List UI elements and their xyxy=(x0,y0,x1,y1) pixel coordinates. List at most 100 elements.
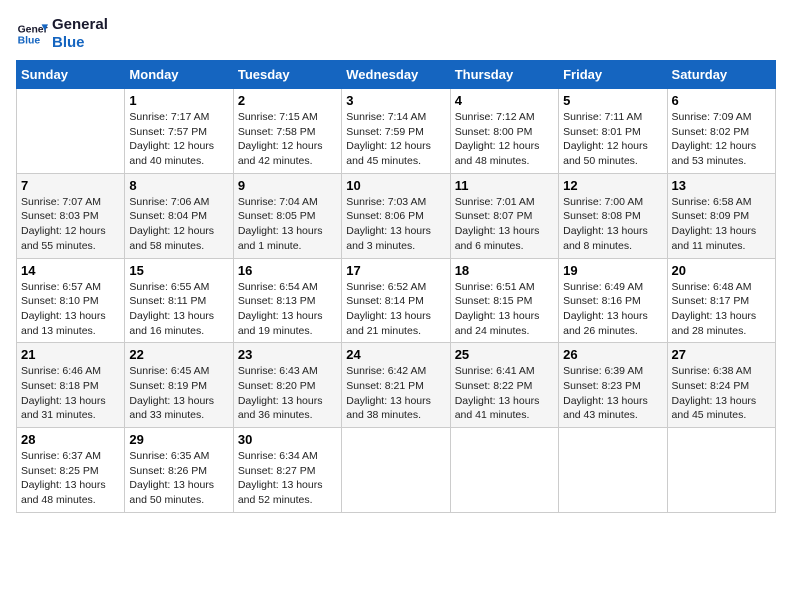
calendar-cell: 14 Sunrise: 6:57 AM Sunset: 8:10 PM Dayli… xyxy=(17,258,125,343)
day-number: 10 xyxy=(346,178,445,193)
day-header-wednesday: Wednesday xyxy=(342,61,450,89)
calendar-cell: 15 Sunrise: 6:55 AM Sunset: 8:11 PM Dayli… xyxy=(125,258,233,343)
calendar-cell: 25 Sunrise: 6:41 AM Sunset: 8:22 PM Dayli… xyxy=(450,343,558,428)
calendar-cell: 28Sunrise: 6:37 AM Sunset: 8:25 PM Dayli… xyxy=(17,428,125,513)
calendar-week-2: 7 Sunrise: 7:07 AM Sunset: 8:03 PM Daylig… xyxy=(17,173,776,258)
day-number: 29 xyxy=(129,432,228,447)
day-number: 6 xyxy=(672,93,771,108)
calendar-cell: 10Sunrise: 7:03 AM Sunset: 8:06 PM Dayli… xyxy=(342,173,450,258)
day-number: 28 xyxy=(21,432,120,447)
calendar-cell: 22 Sunrise: 6:45 AM Sunset: 8:19 PM Dayli… xyxy=(125,343,233,428)
calendar-cell: 24 Sunrise: 6:42 AM Sunset: 8:21 PM Dayli… xyxy=(342,343,450,428)
day-info: Sunrise: 6:58 AM Sunset: 8:09 PM Dayligh… xyxy=(672,195,771,254)
day-info: Sunrise: 6:49 AM Sunset: 8:16 PM Dayligh… xyxy=(563,280,662,339)
day-number: 15 xyxy=(129,263,228,278)
day-number: 14 xyxy=(21,263,120,278)
calendar-cell: 23 Sunrise: 6:43 AM Sunset: 8:20 PM Dayli… xyxy=(233,343,341,428)
calendar-cell xyxy=(450,428,558,513)
day-number: 30 xyxy=(238,432,337,447)
day-number: 24 xyxy=(346,347,445,362)
calendar-cell xyxy=(17,89,125,174)
calendar-cell: 13 Sunrise: 6:58 AM Sunset: 8:09 PM Dayli… xyxy=(667,173,775,258)
calendar-cell: 12Sunrise: 7:00 AM Sunset: 8:08 PM Dayli… xyxy=(559,173,667,258)
day-info: Sunrise: 7:01 AM Sunset: 8:07 PM Dayligh… xyxy=(455,195,554,254)
day-number: 4 xyxy=(455,93,554,108)
day-info: Sunrise: 7:07 AM Sunset: 8:03 PM Dayligh… xyxy=(21,195,120,254)
calendar-week-1: 1Sunrise: 7:17 AM Sunset: 7:57 PM Daylig… xyxy=(17,89,776,174)
day-info: Sunrise: 7:12 AM Sunset: 8:00 PM Dayligh… xyxy=(455,110,554,169)
day-header-saturday: Saturday xyxy=(667,61,775,89)
calendar-cell: 21Sunrise: 6:46 AM Sunset: 8:18 PM Dayli… xyxy=(17,343,125,428)
calendar-week-4: 21Sunrise: 6:46 AM Sunset: 8:18 PM Dayli… xyxy=(17,343,776,428)
day-number: 25 xyxy=(455,347,554,362)
calendar-cell: 29 Sunrise: 6:35 AM Sunset: 8:26 PM Dayli… xyxy=(125,428,233,513)
day-info: Sunrise: 7:17 AM Sunset: 7:57 PM Dayligh… xyxy=(129,110,228,169)
day-number: 20 xyxy=(672,263,771,278)
calendar-week-3: 14 Sunrise: 6:57 AM Sunset: 8:10 PM Dayli… xyxy=(17,258,776,343)
calendar-cell: 11 Sunrise: 7:01 AM Sunset: 8:07 PM Dayli… xyxy=(450,173,558,258)
day-info: Sunrise: 7:04 AM Sunset: 8:05 PM Dayligh… xyxy=(238,195,337,254)
day-number: 18 xyxy=(455,263,554,278)
calendar-cell: 9 Sunrise: 7:04 AM Sunset: 8:05 PM Daylig… xyxy=(233,173,341,258)
day-info: Sunrise: 6:39 AM Sunset: 8:23 PM Dayligh… xyxy=(563,364,662,423)
calendar-cell: 7 Sunrise: 7:07 AM Sunset: 8:03 PM Daylig… xyxy=(17,173,125,258)
calendar-cell: 27 Sunrise: 6:38 AM Sunset: 8:24 PM Dayli… xyxy=(667,343,775,428)
day-number: 9 xyxy=(238,178,337,193)
day-number: 21 xyxy=(21,347,120,362)
day-number: 23 xyxy=(238,347,337,362)
calendar-cell: 30Sunrise: 6:34 AM Sunset: 8:27 PM Dayli… xyxy=(233,428,341,513)
day-number: 19 xyxy=(563,263,662,278)
day-header-tuesday: Tuesday xyxy=(233,61,341,89)
day-info: Sunrise: 7:11 AM Sunset: 8:01 PM Dayligh… xyxy=(563,110,662,169)
calendar-cell: 17Sunrise: 6:52 AM Sunset: 8:14 PM Dayli… xyxy=(342,258,450,343)
day-number: 27 xyxy=(672,347,771,362)
day-info: Sunrise: 6:38 AM Sunset: 8:24 PM Dayligh… xyxy=(672,364,771,423)
calendar-cell: 3Sunrise: 7:14 AM Sunset: 7:59 PM Daylig… xyxy=(342,89,450,174)
day-number: 22 xyxy=(129,347,228,362)
calendar-cell: 16 Sunrise: 6:54 AM Sunset: 8:13 PM Dayli… xyxy=(233,258,341,343)
day-number: 13 xyxy=(672,178,771,193)
calendar-cell: 18 Sunrise: 6:51 AM Sunset: 8:15 PM Dayli… xyxy=(450,258,558,343)
logo: General Blue General Blue xyxy=(16,16,108,52)
calendar-cell: 2 Sunrise: 7:15 AM Sunset: 7:58 PM Daylig… xyxy=(233,89,341,174)
day-info: Sunrise: 6:42 AM Sunset: 8:21 PM Dayligh… xyxy=(346,364,445,423)
day-number: 7 xyxy=(21,178,120,193)
day-info: Sunrise: 6:55 AM Sunset: 8:11 PM Dayligh… xyxy=(129,280,228,339)
calendar-cell: 20 Sunrise: 6:48 AM Sunset: 8:17 PM Dayli… xyxy=(667,258,775,343)
day-number: 11 xyxy=(455,178,554,193)
day-number: 2 xyxy=(238,93,337,108)
logo-text: General Blue xyxy=(52,16,108,52)
day-info: Sunrise: 6:43 AM Sunset: 8:20 PM Dayligh… xyxy=(238,364,337,423)
day-info: Sunrise: 7:15 AM Sunset: 7:58 PM Dayligh… xyxy=(238,110,337,169)
day-number: 8 xyxy=(129,178,228,193)
calendar-cell: 4 Sunrise: 7:12 AM Sunset: 8:00 PM Daylig… xyxy=(450,89,558,174)
calendar-body: 1Sunrise: 7:17 AM Sunset: 7:57 PM Daylig… xyxy=(17,89,776,513)
day-info: Sunrise: 6:41 AM Sunset: 8:22 PM Dayligh… xyxy=(455,364,554,423)
day-info: Sunrise: 7:09 AM Sunset: 8:02 PM Dayligh… xyxy=(672,110,771,169)
day-header-thursday: Thursday xyxy=(450,61,558,89)
day-header-friday: Friday xyxy=(559,61,667,89)
day-header-monday: Monday xyxy=(125,61,233,89)
logo-icon: General Blue xyxy=(16,18,48,50)
calendar-cell: 19 Sunrise: 6:49 AM Sunset: 8:16 PM Dayli… xyxy=(559,258,667,343)
day-info: Sunrise: 6:51 AM Sunset: 8:15 PM Dayligh… xyxy=(455,280,554,339)
day-info: Sunrise: 6:54 AM Sunset: 8:13 PM Dayligh… xyxy=(238,280,337,339)
day-number: 26 xyxy=(563,347,662,362)
calendar-cell: 26 Sunrise: 6:39 AM Sunset: 8:23 PM Dayli… xyxy=(559,343,667,428)
day-info: Sunrise: 6:52 AM Sunset: 8:14 PM Dayligh… xyxy=(346,280,445,339)
calendar-week-5: 28Sunrise: 6:37 AM Sunset: 8:25 PM Dayli… xyxy=(17,428,776,513)
day-info: Sunrise: 6:48 AM Sunset: 8:17 PM Dayligh… xyxy=(672,280,771,339)
day-info: Sunrise: 7:14 AM Sunset: 7:59 PM Dayligh… xyxy=(346,110,445,169)
day-number: 12 xyxy=(563,178,662,193)
day-info: Sunrise: 6:57 AM Sunset: 8:10 PM Dayligh… xyxy=(21,280,120,339)
day-number: 5 xyxy=(563,93,662,108)
day-number: 16 xyxy=(238,263,337,278)
svg-text:Blue: Blue xyxy=(18,36,41,47)
day-info: Sunrise: 6:35 AM Sunset: 8:26 PM Dayligh… xyxy=(129,449,228,508)
calendar-cell: 1Sunrise: 7:17 AM Sunset: 7:57 PM Daylig… xyxy=(125,89,233,174)
calendar-cell xyxy=(559,428,667,513)
calendar-cell xyxy=(342,428,450,513)
day-header-sunday: Sunday xyxy=(17,61,125,89)
calendar-table: SundayMondayTuesdayWednesdayThursdayFrid… xyxy=(16,60,776,513)
day-info: Sunrise: 6:45 AM Sunset: 8:19 PM Dayligh… xyxy=(129,364,228,423)
